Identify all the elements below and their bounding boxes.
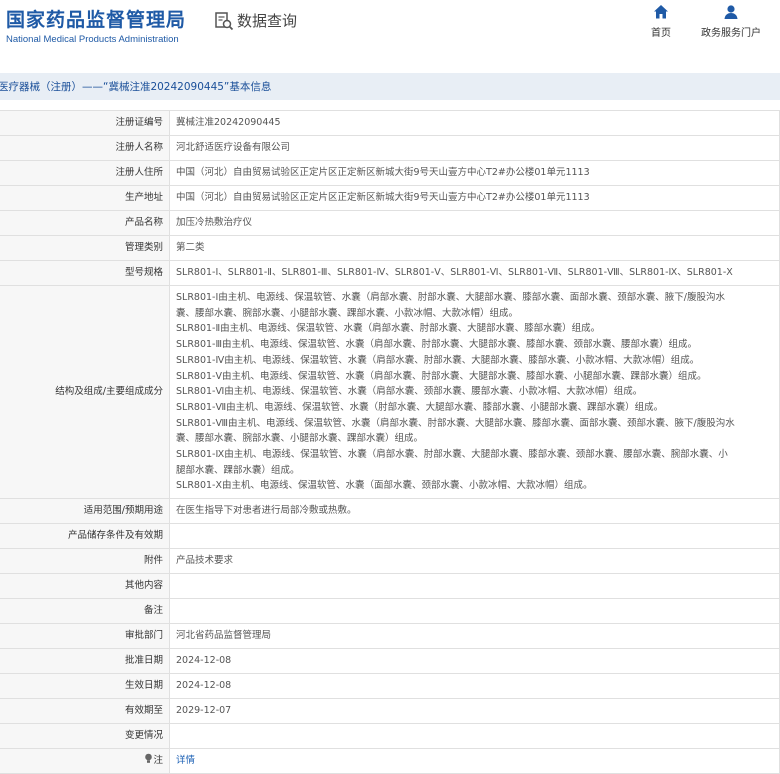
row-value: 2024-12-08 [169,648,780,675]
structure-line: SLR801-Ⅱ由主机、电源线、保温软管、水囊（肩部水囊、肘部水囊、大腿部水囊、… [176,323,601,335]
structure-line: 囊、腰部水囊、腕部水囊、小腿部水囊、踝部水囊、小款冰帽、大款冰帽）组成。 [176,307,519,319]
row-value [169,523,780,550]
row-value: 第二类 [169,235,780,261]
row-label: 变更情况 [0,723,170,750]
row-label: 产品名称 [0,210,170,236]
table-row: 有效期至 2029-12-07 [0,698,780,725]
row-label: 生效日期 [0,673,170,700]
row-label: 批准日期 [0,648,170,675]
table-row: 注册人住所 中国（河北）自由贸易试验区正定片区正定新区新城大街9号天山壹方中心T… [0,160,780,186]
row-label: 注册人住所 [0,160,170,186]
logo-chinese: 国家药品监督管理局 [6,9,187,31]
logo-english: National Medical Products Administration [6,34,179,45]
nav-service-portal[interactable]: 政务服务门户 [696,4,766,39]
row-value: 2024-12-08 [169,673,780,700]
row-value: 中国（河北）自由贸易试验区正定片区正定新区新城大街9号天山壹方中心T2#办公楼0… [169,185,780,211]
table-row: 其他内容 [0,573,780,600]
row-label: 型号规格 [0,260,170,286]
breadcrumb-bar: 医疗器械（注册）——“冀械注准20242090445”基本信息 [0,73,780,100]
row-value: 河北舒适医疗设备有限公司 [169,135,780,161]
table-row: 生效日期 2024-12-08 [0,673,780,700]
structure-line: SLR801-Ⅸ由主机、电源线、保温软管、水囊（肩部水囊、肘部水囊、大腿部水囊、… [176,449,728,461]
row-label: 审批部门 [0,623,170,650]
table-row: 注 详情 [0,748,780,774]
row-label: 备注 [0,598,170,625]
row-value: 在医生指导下对患者进行局部冷敷或热敷。 [169,498,780,525]
structure-line: SLR801-Ⅷ由主机、电源线、保温软管、水囊（肩部水囊、肘部水囊、大腿部水囊、… [176,417,735,429]
structure-line: SLR801-Ⅹ由主机、电源线、保温软管、水囊（面部水囊、颈部水囊、小款冰帽、大… [176,480,593,492]
site-header: 国家药品监督管理局 National Medical Products Admi… [0,0,780,62]
nav-home[interactable]: 首页 [626,4,696,39]
registration-info-table: 注册证编号 冀械注准20242090445 注册人名称 河北舒适医疗设备有限公司… [0,110,780,774]
row-value [169,573,780,600]
nav-home-label: 首页 [651,28,671,39]
structure-line: 腿部水囊、踝部水囊）组成。 [176,464,300,476]
row-value-structure: SLR801-Ⅰ由主机、电源线、保温软管、水囊（肩部水囊、肘部水囊、大腿部水囊、… [169,284,780,500]
table-row: 结构及组成/主要组成成分 SLR801-Ⅰ由主机、电源线、保温软管、水囊（肩部水… [0,284,780,500]
row-value: 中国（河北）自由贸易试验区正定片区正定新区新城大街9号天山壹方中心T2#办公楼0… [169,160,780,186]
table-row: 产品名称 加压冷热敷治疗仪 [0,210,780,236]
row-label: 产品储存条件及有效期 [0,523,170,550]
structure-line: 囊、腰部水囊、腕部水囊、小腿部水囊、踝部水囊）组成。 [176,433,424,445]
row-label: 管理类别 [0,235,170,261]
structure-line: SLR801-Ⅲ由主机、电源线、保温软管、水囊（肩部水囊、肘部水囊、大腿部水囊、… [176,339,698,351]
table-row: 产品储存条件及有效期 [0,523,780,550]
row-label: 注册人名称 [0,135,170,161]
row-label: 附件 [0,548,170,575]
row-value: SLR801-Ⅰ、SLR801-Ⅱ、SLR801-Ⅲ、SLR801-Ⅳ、SLR8… [169,260,780,286]
row-label-note: 注 [0,748,170,774]
row-label: 适用范围/预期用途 [0,498,170,525]
table-row: 注册证编号 冀械注准20242090445 [0,110,780,136]
nav-service-portal-label: 政务服务门户 [701,28,761,39]
row-label: 注册证编号 [0,110,170,136]
site-logo[interactable]: 国家药品监督管理局 National Medical Products Admi… [6,5,186,45]
row-value [169,723,780,750]
row-value: 河北省药品监督管理局 [169,623,780,650]
row-value: 加压冷热敷治疗仪 [169,210,780,236]
row-value: 2029-12-07 [169,698,780,725]
row-value: 产品技术要求 [169,548,780,575]
row-label: 生产地址 [0,185,170,211]
structure-line: SLR801-Ⅰ由主机、电源线、保温软管、水囊（肩部水囊、肘部水囊、大腿部水囊、… [176,292,725,303]
row-value: 冀械注准20242090445 [169,110,780,136]
table-row: 批准日期 2024-12-08 [0,648,780,675]
table-row: 变更情况 [0,723,780,750]
structure-line: SLR801-Ⅳ由主机、电源线、保温软管、水囊（肩部水囊、肘部水囊、大腿部水囊、… [176,354,700,366]
data-query-label: 数据查询 [237,12,298,30]
structure-line: SLR801-Ⅵ由主机、电源线、保温软管、水囊（肩部水囊、颈部水囊、腰部水囊、小… [176,386,643,398]
table-row: 备注 [0,598,780,625]
table-row: 管理类别 第二类 [0,235,780,261]
row-label: 有效期至 [0,698,170,725]
structure-line: SLR801-Ⅶ由主机、电源线、保温软管、水囊（肘部水囊、大腿部水囊、膝部水囊、… [176,401,664,413]
table-row: 型号规格 SLR801-Ⅰ、SLR801-Ⅱ、SLR801-Ⅲ、SLR801-Ⅳ… [0,260,780,286]
document-search-icon [215,11,234,30]
table-row: 注册人名称 河北舒适医疗设备有限公司 [0,135,780,161]
row-value: 详情 [169,748,780,774]
table-row: 生产地址 中国（河北）自由贸易试验区正定片区正定新区新城大街9号天山壹方中心T2… [0,185,780,211]
table-row: 审批部门 河北省药品监督管理局 [0,623,780,650]
detail-link[interactable]: 详情 [176,755,195,766]
structure-line: SLR801-Ⅴ由主机、电源线、保温软管、水囊（肩部水囊、肘部水囊、大腿部水囊、… [176,370,707,382]
home-icon [654,5,668,19]
breadcrumb: 医疗器械（注册）——“冀械注准20242090445”基本信息 [0,81,272,93]
table-row: 附件 产品技术要求 [0,548,780,575]
data-query-link[interactable]: 数据查询 [214,10,297,31]
table-row: 适用范围/预期用途 在医生指导下对患者进行局部冷敷或热敷。 [0,498,780,525]
user-icon [724,5,738,19]
note-label: 注 [153,755,163,767]
row-value [169,598,780,625]
row-label: 结构及组成/主要组成成分 [0,284,170,500]
row-label: 其他内容 [0,573,170,600]
